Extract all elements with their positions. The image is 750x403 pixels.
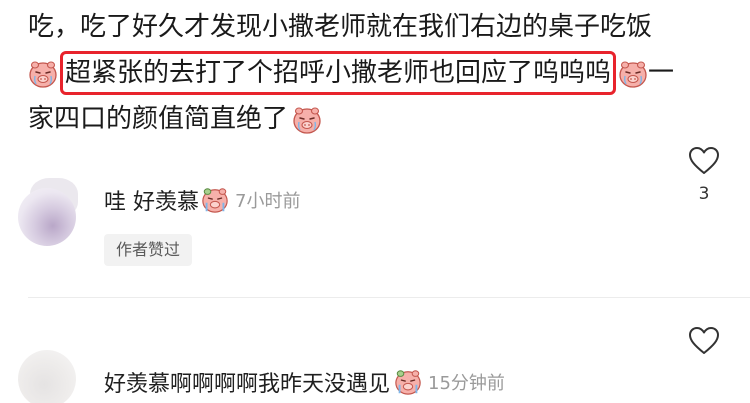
avatar[interactable] — [18, 350, 76, 403]
comment-1-like[interactable]: 3 — [684, 146, 724, 204]
highlighted-text-content: 超紧张的去打了个招呼小撒老师也回应了呜呜呜 — [65, 58, 612, 88]
comment-screen: 吃，吃了好久才发现小撒老师就在我们右边的桌子吃饭 超紧张的去打了个招呼小撒老师也… — [0, 0, 750, 403]
post-line-1-text: 吃，吃了好久才发现小撒老师就在我们右边的桌子吃饭 — [28, 12, 653, 42]
post-line-1: 吃，吃了好久才发现小撒老师就在我们右边的桌子吃饭 — [28, 4, 728, 50]
post-line-3-text: 家四口的颜值简直绝了 — [28, 104, 289, 134]
heart-outline-icon[interactable] — [688, 327, 720, 360]
avatar[interactable] — [18, 188, 76, 246]
post-line-2-tail: 一 — [648, 58, 675, 88]
comment-2-body[interactable]: 好羡慕啊啊啊啊我昨天没遇见 15分钟前 — [104, 366, 505, 398]
post-line-2: 超紧张的去打了个招呼小撒老师也回应了呜呜呜 一 — [28, 50, 728, 96]
author-liked-badge: 作者赞过 — [104, 234, 193, 266]
crying-pig-face-icon — [394, 368, 422, 396]
crying-pig-face-icon — [28, 58, 58, 88]
divider — [28, 297, 750, 298]
comment-1-time: 7小时前 — [235, 191, 301, 212]
heart-outline-icon[interactable] — [688, 147, 720, 180]
highlighted-text: 超紧张的去打了个招呼小撒老师也回应了呜呜呜 — [60, 51, 617, 95]
post-content: 吃，吃了好久才发现小撒老师就在我们右边的桌子吃饭 超紧张的去打了个招呼小撒老师也… — [28, 4, 728, 142]
crying-pig-face-icon — [618, 58, 648, 88]
post-line-3: 家四口的颜值简直绝了 — [28, 96, 728, 142]
comment-2-like[interactable] — [684, 326, 724, 360]
crying-pig-face-icon — [292, 104, 322, 134]
comment-1-like-count: 3 — [698, 184, 710, 204]
comment-2-time: 15分钟前 — [428, 373, 505, 394]
comment-1-body[interactable]: 哇 好羡慕 7小时前 — [104, 184, 300, 216]
comment-2-text: 好羡慕啊啊啊啊我昨天没遇见 — [104, 372, 391, 397]
crying-pig-face-icon — [201, 186, 229, 214]
comment-1-text: 哇 好羡慕 — [104, 190, 199, 215]
